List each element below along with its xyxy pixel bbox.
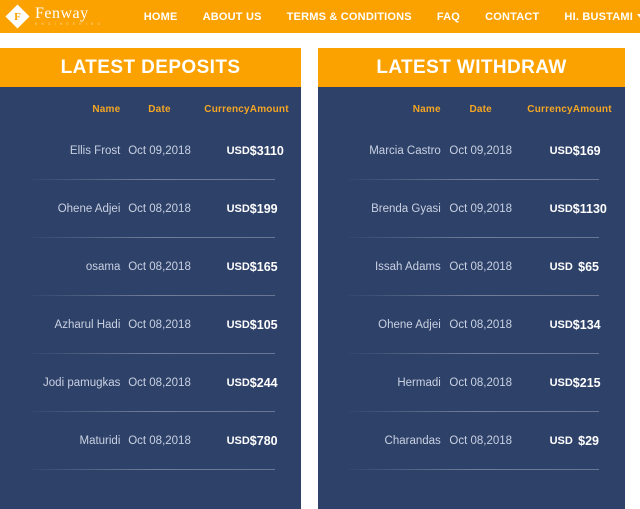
cell-date: Oct 08,2018 [449,319,513,331]
cell-amount: $105 [249,318,278,332]
deposits-header-date: Date [148,103,171,115]
cell-date: Oct 08,2018 [449,435,513,447]
cell-amount: $65 [578,260,599,274]
cell-amount: $1130 [572,202,607,216]
deposits-header-amount: Amount [249,103,289,115]
panels-container: LATEST DEPOSITS Name Date Currency Amoun… [0,48,640,509]
table-row[interactable]: Jodi pamugkas Oct 08,2018 USD $244 [0,354,301,412]
table-row[interactable]: Ohene Adjei Oct 08,2018 USD $199 [0,180,301,238]
cell-date: Oct 08,2018 [449,261,513,273]
brand-subtitle: E N G I N E E R I N G [35,22,102,27]
table-row[interactable]: Marcia Castro Oct 09,2018 USD $169 [318,122,625,180]
withdraw-table-header: Name Date Currency Amount [318,87,625,122]
withdraw-header-currency: Currency [527,103,573,115]
cell-name: Ellis Frost [69,145,121,157]
cell-currency: USD [549,261,573,273]
deposits-table-body: Ellis Frost Oct 09,2018 USD $3110 Ohene … [0,122,301,470]
cell-date: Oct 09,2018 [449,203,513,215]
row-divider [348,469,599,470]
cell-name: Charandas [384,435,441,447]
cell-name: Marcia Castro [369,145,441,157]
cell-currency: USD [226,145,250,157]
cell-amount: $215 [572,376,601,390]
cell-date: Oct 08,2018 [128,435,191,447]
nav-item-user-menu[interactable]: HI. BUSTAMI [564,11,640,23]
cell-currency: USD [549,145,573,157]
table-row[interactable]: Ohene Adjei Oct 08,2018 USD $134 [318,296,625,354]
cell-name: Hermadi [397,377,441,389]
cell-name: Azharul Hadi [54,319,121,331]
withdraw-header-name: Name [412,103,441,115]
cell-amount: $3110 [249,144,284,158]
cell-currency: USD [226,435,250,447]
cell-amount: $165 [249,260,278,274]
cell-name: Issah Adams [374,261,441,273]
nav-item-faq[interactable]: FAQ [437,11,460,23]
cell-date: Oct 09,2018 [128,145,191,157]
cell-name: osama [85,261,121,273]
nav-item-home[interactable]: HOME [144,11,178,23]
withdraw-table-body: Marcia Castro Oct 09,2018 USD $169 Brend… [318,122,625,470]
cell-name: Maturidi [79,435,121,447]
table-row[interactable]: Brenda Gyasi Oct 09,2018 USD $1130 [318,180,625,238]
deposits-table-header: Name Date Currency Amount [0,87,301,122]
cell-currency: USD [226,377,250,389]
cell-date: Oct 09,2018 [449,145,513,157]
brand-logo-letter: F [14,10,21,23]
panel-latest-withdraw: LATEST WITHDRAW Name Date Currency Amoun… [318,48,625,509]
cell-date: Oct 08,2018 [128,377,191,389]
withdraw-panel-title: LATEST WITHDRAW [318,48,625,87]
cell-name: Brenda Gyasi [371,203,441,215]
cell-amount: $169 [572,144,601,158]
diamond-logo-icon: F [5,4,30,29]
nav-item-about-us[interactable]: ABOUT US [203,11,262,23]
brand-logo[interactable]: F Fenway E N G I N E E R I N G [5,4,102,29]
table-row[interactable]: Maturidi Oct 08,2018 USD $780 [0,412,301,470]
table-row[interactable]: Issah Adams Oct 08,2018 USD $65 [318,238,625,296]
cell-currency: USD [226,319,250,331]
withdraw-header-date: Date [469,103,492,115]
table-row[interactable]: Charandas Oct 08,2018 USD $29 [318,412,625,470]
panel-latest-deposits: LATEST DEPOSITS Name Date Currency Amoun… [0,48,301,509]
table-row[interactable]: osama Oct 08,2018 USD $165 [0,238,301,296]
cell-currency: USD [549,435,573,447]
cell-amount: $780 [249,434,278,448]
cell-currency: USD [549,319,573,331]
cell-date: Oct 08,2018 [128,203,191,215]
cell-amount: $244 [249,376,278,390]
withdraw-table: Name Date Currency Amount Marcia Castro … [318,87,625,470]
nav-item-terms-and-conditions[interactable]: TERMS & CONDITIONS [287,11,412,23]
nav-links: HOME ABOUT US TERMS & CONDITIONS FAQ CON… [144,11,640,23]
cell-currency: USD [226,261,250,273]
brand-name: Fenway [35,5,89,23]
cell-name: Ohene Adjei [57,203,121,215]
brand-text: Fenway E N G I N E E R I N G [35,6,102,26]
withdraw-header-amount: Amount [572,103,612,115]
cell-currency: USD [226,203,250,215]
deposits-header-currency: Currency [204,103,250,115]
cell-amount: $29 [578,434,599,448]
cell-currency: USD [549,203,573,215]
cell-date: Oct 08,2018 [449,377,513,389]
deposits-table: Name Date Currency Amount Ellis Frost Oc… [0,87,301,470]
cell-amount: $199 [249,202,278,216]
table-row[interactable]: Ellis Frost Oct 09,2018 USD $3110 [0,122,301,180]
cell-amount: $134 [572,318,601,332]
row-divider [30,469,275,470]
nav-item-contact[interactable]: CONTACT [485,11,539,23]
deposits-panel-title: LATEST DEPOSITS [0,48,301,87]
cell-name: Ohene Adjei [378,319,441,331]
cell-name: Jodi pamugkas [43,377,121,389]
cell-currency: USD [549,377,573,389]
table-row[interactable]: Hermadi Oct 08,2018 USD $215 [318,354,625,412]
cell-date: Oct 08,2018 [128,261,191,273]
user-menu-label: HI. BUSTAMI [564,10,634,23]
table-row[interactable]: Azharul Hadi Oct 08,2018 USD $105 [0,296,301,354]
top-navbar: F Fenway E N G I N E E R I N G HOME ABOU… [0,0,640,33]
deposits-header-name: Name [92,103,121,115]
cell-date: Oct 08,2018 [128,319,191,331]
